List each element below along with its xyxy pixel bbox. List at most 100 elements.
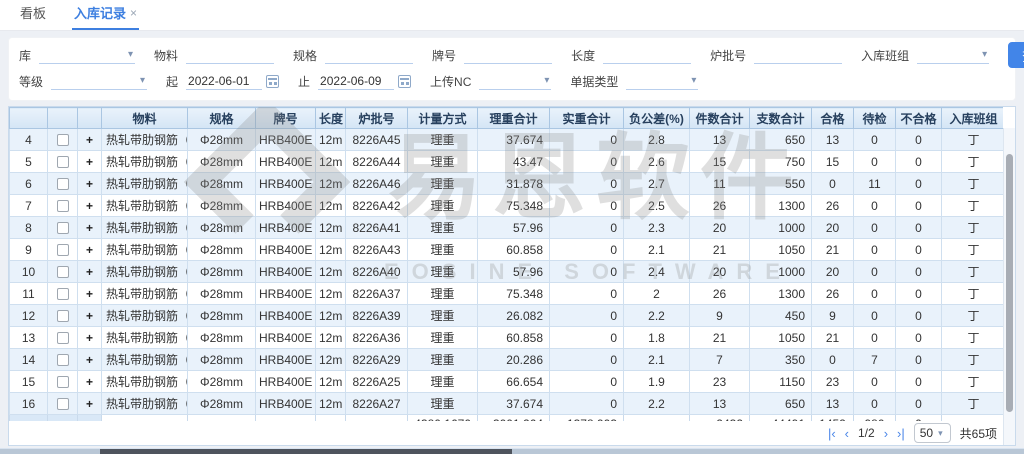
row-number: 6 (10, 173, 48, 195)
row-select-cell[interactable] (48, 393, 78, 415)
cell-unqualified: 0 (896, 305, 942, 327)
table-row[interactable]: 13+热轧带肋钢筋（抗震）Φ28mmHRB400E12m8226A36理重60.… (10, 327, 1004, 349)
cell-inbound-team: 丁 (942, 349, 1004, 371)
row-checkbox[interactable] (57, 200, 69, 212)
expand-cell[interactable]: + (78, 371, 102, 393)
cell-measure-method: 理重 (408, 195, 478, 217)
brand-input[interactable] (464, 46, 552, 64)
row-number: 14 (10, 349, 48, 371)
cell-material: 热轧带肋钢筋（抗震） (102, 393, 188, 415)
spec-input[interactable] (325, 46, 413, 64)
calendar-icon[interactable] (266, 75, 279, 88)
table-row[interactable]: 14+热轧带肋钢筋（抗震）Φ28mmHRB400E12m8226A29理重20.… (10, 349, 1004, 371)
row-checkbox[interactable] (57, 156, 69, 168)
length-input[interactable] (603, 46, 691, 64)
chevron-down-icon: ▾ (691, 76, 698, 86)
tab-close-icon[interactable]: × (130, 6, 137, 20)
row-checkbox[interactable] (57, 178, 69, 190)
row-select-cell[interactable] (48, 151, 78, 173)
calendar-icon[interactable] (398, 75, 411, 88)
horizontal-scrollbar-thumb[interactable] (100, 449, 512, 454)
row-select-cell[interactable] (48, 371, 78, 393)
table-row[interactable]: 4+热轧带肋钢筋（抗震）Φ28mmHRB400E12m8226A45理重37.6… (10, 129, 1004, 151)
row-checkbox[interactable] (57, 376, 69, 388)
table-row[interactable]: 8+热轧带肋钢筋（抗震）Φ28mmHRB400E12m8226A41理重57.9… (10, 217, 1004, 239)
last-page-icon[interactable]: ›| (897, 427, 905, 440)
upload-nc-select[interactable]: ▾ (479, 72, 551, 90)
table-row[interactable]: 16+热轧带肋钢筋（抗震）Φ28mmHRB400E12m8226A27理重37.… (10, 393, 1004, 415)
cell-material: 热轧带肋钢筋（抗震） (102, 261, 188, 283)
heat-no-input[interactable] (754, 46, 842, 64)
cell-tolerance-pct: 2.1 (624, 239, 690, 261)
expand-cell[interactable]: + (78, 327, 102, 349)
row-select-cell[interactable] (48, 349, 78, 371)
expand-cell[interactable]: + (78, 261, 102, 283)
cell-spec: Φ28mm (188, 371, 256, 393)
vertical-scrollbar-thumb[interactable] (1006, 154, 1013, 412)
cell-spec: Φ28mm (188, 217, 256, 239)
filter-field-inbound-team: 入库班组▾ (861, 46, 989, 64)
row-select-cell[interactable] (48, 129, 78, 151)
cell-actual-weight-total: 0 (550, 261, 624, 283)
expand-cell[interactable]: + (78, 151, 102, 173)
row-checkbox[interactable] (57, 354, 69, 366)
expand-cell[interactable]: + (78, 173, 102, 195)
expand-cell[interactable]: + (78, 217, 102, 239)
table-row[interactable]: 9+热轧带肋钢筋（抗震）Φ28mmHRB400E12m8226A43理重60.8… (10, 239, 1004, 261)
date-from-input[interactable] (186, 72, 262, 90)
expand-cell[interactable]: + (78, 195, 102, 217)
table-row[interactable]: 5+热轧带肋钢筋（抗震）Φ28mmHRB400E12m8226A44理重43.4… (10, 151, 1004, 173)
warehouse-select[interactable]: ▾ (39, 46, 135, 64)
row-checkbox[interactable] (57, 332, 69, 344)
row-checkbox[interactable] (57, 244, 69, 256)
row-checkbox[interactable] (57, 222, 69, 234)
expand-cell[interactable]: + (78, 305, 102, 327)
doc-type-select[interactable]: ▾ (626, 72, 698, 90)
select-all-header (48, 108, 78, 129)
table-row[interactable]: 6+热轧带肋钢筋（抗震）Φ28mmHRB400E12m8226A46理重31.8… (10, 173, 1004, 195)
cell-measure-method: 理重 (408, 327, 478, 349)
tab-dashboard[interactable]: 看板 (18, 0, 48, 30)
row-checkbox[interactable] (57, 134, 69, 146)
cell-pending-inspection: 0 (854, 151, 896, 173)
row-select-cell[interactable] (48, 261, 78, 283)
row-select-cell[interactable] (48, 305, 78, 327)
table-row[interactable]: 7+热轧带肋钢筋（抗震）Φ28mmHRB400E12m8226A42理重75.3… (10, 195, 1004, 217)
expand-cell[interactable]: + (78, 239, 102, 261)
filter-field-spec: 规格 (293, 46, 413, 64)
row-select-cell[interactable] (48, 217, 78, 239)
table-row[interactable]: 12+热轧带肋钢筋（抗震）Φ28mmHRB400E12m8226A39理重26.… (10, 305, 1004, 327)
cell-length: 12m (316, 217, 346, 239)
inbound-team-select[interactable]: ▾ (917, 46, 989, 64)
prev-page-icon[interactable]: ‹ (845, 427, 849, 440)
row-select-cell[interactable] (48, 173, 78, 195)
col-header-length: 长度 (316, 108, 346, 129)
row-checkbox[interactable] (57, 288, 69, 300)
page-size-select[interactable]: 50 ▾ (914, 423, 951, 443)
cell-actual-weight-total: 0 (550, 393, 624, 415)
row-select-cell[interactable] (48, 239, 78, 261)
expand-cell[interactable]: + (78, 129, 102, 151)
expand-cell[interactable]: + (78, 283, 102, 305)
next-page-icon[interactable]: › (884, 427, 888, 440)
row-select-cell[interactable] (48, 195, 78, 217)
date-to-input[interactable] (318, 72, 394, 90)
grade-select[interactable]: ▾ (51, 72, 147, 90)
material-input[interactable] (186, 46, 274, 64)
row-select-cell[interactable] (48, 327, 78, 349)
horizontal-scrollbar[interactable] (0, 448, 1024, 454)
row-checkbox[interactable] (57, 398, 69, 410)
table-row[interactable]: 11+热轧带肋钢筋（抗震）Φ28mmHRB400E12m8226A37理重75.… (10, 283, 1004, 305)
table-row[interactable]: 15+热轧带肋钢筋（抗震）Φ28mmHRB400E12m8226A25理重66.… (10, 371, 1004, 393)
cell-tolerance-pct: 2.1 (624, 349, 690, 371)
row-checkbox[interactable] (57, 310, 69, 322)
tab-inbound-records[interactable]: 入库记录× (72, 0, 139, 30)
vertical-scrollbar[interactable] (1003, 128, 1015, 445)
row-checkbox[interactable] (57, 266, 69, 278)
table-row[interactable]: 10+热轧带肋钢筋（抗震）Φ28mmHRB400E12m8226A40理重57.… (10, 261, 1004, 283)
row-select-cell[interactable] (48, 283, 78, 305)
first-page-icon[interactable]: |‹ (828, 427, 836, 440)
expand-cell[interactable]: + (78, 349, 102, 371)
query-button[interactable]: 查 询 (1008, 42, 1024, 68)
expand-cell[interactable]: + (78, 393, 102, 415)
